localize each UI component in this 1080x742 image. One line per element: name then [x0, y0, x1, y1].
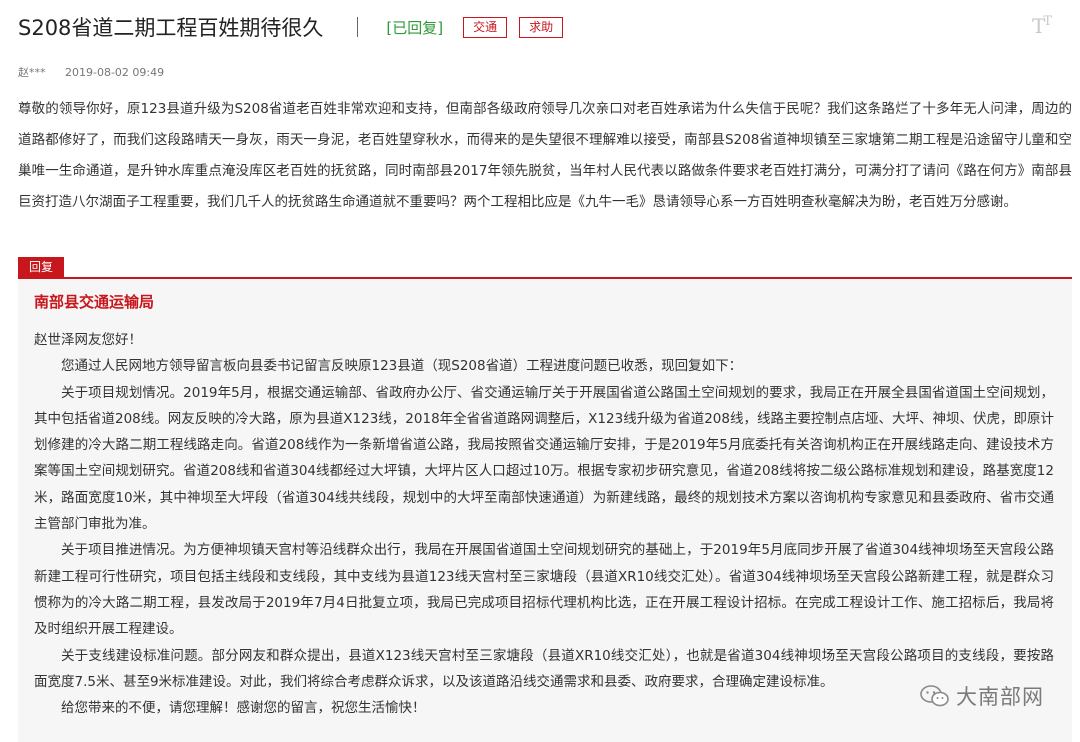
reply-organization: 南部县交通运输局: [34, 293, 155, 311]
title-divider: [357, 17, 359, 37]
reply-box: 南部县交通运输局 赵世泽网友您好！ 您通过人民网地方领导留言板向县委书记留言反映…: [18, 279, 1072, 742]
tag-traffic[interactable]: 交通: [463, 16, 508, 38]
page-title: S208省道二期工程百姓期待很久: [18, 16, 324, 40]
wechat-icon: [920, 685, 949, 707]
tag-help[interactable]: 求助: [519, 16, 564, 38]
reply-paragraph: 您通过人民网地方领导留言板向县委书记留言反映原123县道（现S208省道）工程进…: [61, 358, 743, 375]
question-text: 尊敬的领导你好，原123县道升级为S208省道老百姓非常欢迎和支持，但南部各级政…: [18, 101, 1072, 210]
reply-body: 赵世泽网友您好！ 您通过人民网地方领导留言板向县委书记留言反映原123县道（现S…: [34, 327, 1054, 721]
post-header: S208省道二期工程百姓期待很久 [已回复] 交通 求助 TT: [18, 10, 1062, 44]
reply-tab: 回复: [18, 257, 65, 278]
font-size-toggle-icon[interactable]: TT: [1032, 14, 1058, 38]
watermark-text: 大南部网: [956, 685, 1044, 709]
post-meta: 赵*** 2019-08-02 09:49: [18, 64, 164, 80]
reply-greeting: 赵世泽网友您好！: [34, 332, 142, 348]
reply-paragraph: 关于项目规划情况。2019年5月，根据交通运输部、省政府办公厅、省交通运输厅关于…: [34, 384, 1054, 533]
reply-paragraph: 关于项目推进情况。为方便神坝镇天宫村等沿线群众出行，我局在开展国省道国土空间规划…: [34, 542, 1054, 638]
reply-closing: 给您带来的不便，请您理解！感谢您的留言，祝您生活愉快！: [61, 700, 426, 717]
post-date: 2019-08-02 09:49: [65, 66, 165, 79]
reply-paragraph: 关于支线建设标准问题。部分网友和群众提出，县道X123线天宫村至三家塘段（县道X…: [34, 647, 1054, 690]
author-name: 赵***: [18, 66, 46, 79]
watermark: 大南部网: [920, 681, 1044, 711]
status-badge: [已回复]: [386, 18, 444, 37]
